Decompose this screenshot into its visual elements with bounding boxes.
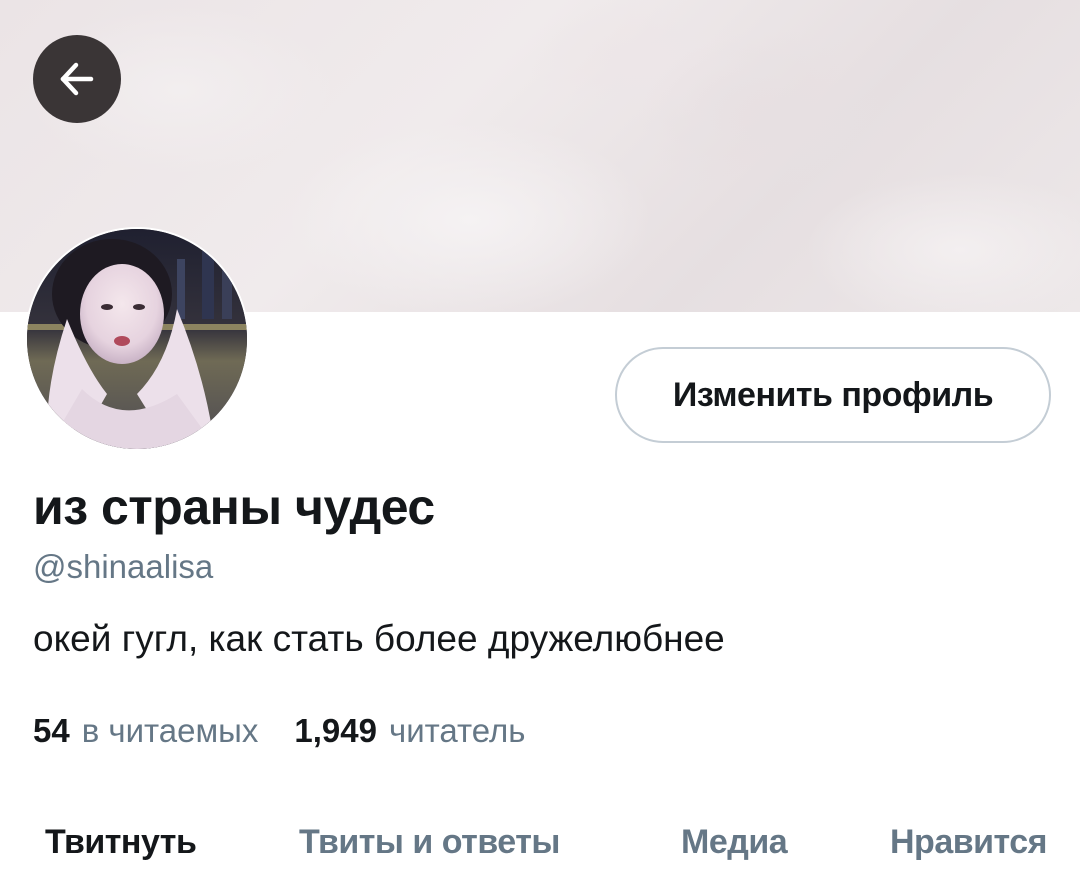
avatar[interactable] [25, 227, 249, 451]
followers-label: читатель [389, 712, 526, 749]
followers-stat[interactable]: 1,949 читатель [294, 712, 525, 750]
followers-count: 1,949 [294, 712, 377, 749]
avatar-image [27, 229, 247, 449]
tab-tweets-and-replies[interactable]: Твиты и ответы [299, 808, 560, 876]
following-stat[interactable]: 54 в читаемых [33, 712, 258, 750]
profile-screen: Изменить профиль из страны чудес @shinaa… [0, 0, 1080, 876]
tab-likes[interactable]: Нравится [890, 808, 1048, 876]
back-button[interactable] [33, 35, 121, 123]
arrow-left-icon [60, 62, 94, 96]
profile-stats: 54 в читаемых 1,949 читатель [33, 712, 561, 750]
edit-profile-button[interactable]: Изменить профиль [615, 347, 1051, 443]
following-count: 54 [33, 712, 70, 749]
tab-media[interactable]: Медиа [681, 808, 788, 876]
tab-tweets[interactable]: Твитнуть [45, 808, 197, 876]
user-handle: @shinaalisa [33, 548, 214, 585]
profile-tabs: Твитнуть Твиты и ответы Медиа Нравится [0, 808, 1080, 876]
following-label: в читаемых [81, 712, 259, 749]
profile-bio: окей гугл, как стать более дружелюбнее [33, 618, 725, 659]
display-name: из страны чудес [33, 479, 435, 535]
